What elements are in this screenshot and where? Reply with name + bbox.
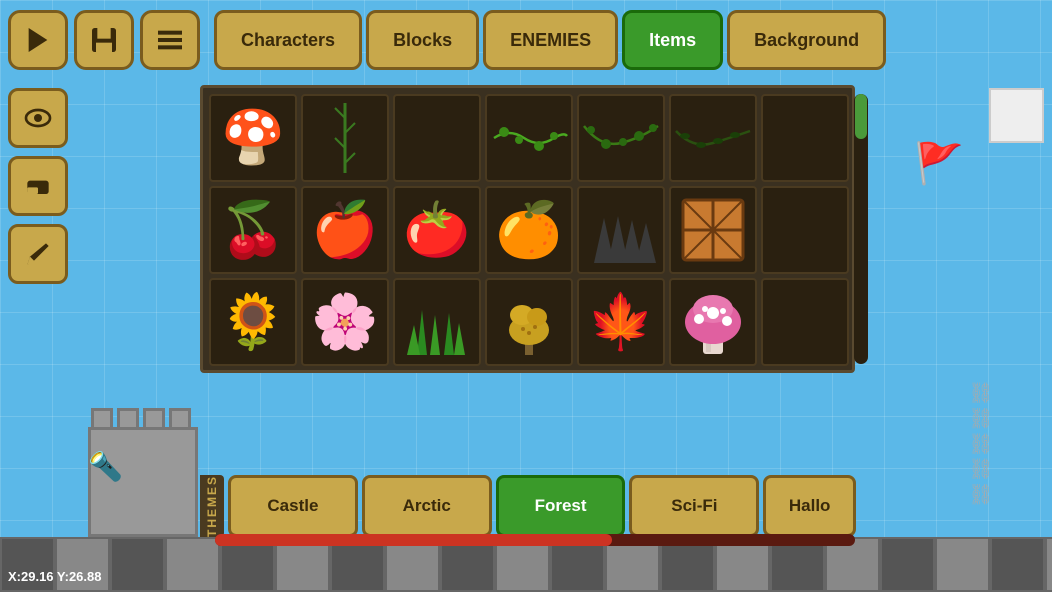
theme-tab-arctic[interactable]: Arctic <box>362 475 492 537</box>
toolbar: Characters Blocks ENEMIES Items Backgrou… <box>0 0 1052 80</box>
item-grid: 🍄 <box>209 94 846 182</box>
tab-characters[interactable]: Characters <box>214 10 362 70</box>
crate-svg <box>678 195 748 265</box>
panel-scrollbar[interactable] <box>854 94 868 364</box>
left-tools <box>8 88 68 284</box>
scrollbar-thumb <box>855 94 867 139</box>
theme-tab-forest[interactable]: Forest <box>496 475 626 537</box>
theme-tabs: Castle Arctic Forest Sci-Fi Hallo <box>224 475 860 537</box>
grass-svg <box>402 295 472 360</box>
deco-white-box <box>989 88 1044 143</box>
item-crate[interactable] <box>669 186 757 274</box>
item-empty3[interactable] <box>761 186 849 274</box>
mushroom-emoji: 🍄 <box>221 112 286 164</box>
item-shrub[interactable] <box>485 278 573 366</box>
item-orange[interactable]: 🍊 <box>485 186 573 274</box>
item-vine3[interactable] <box>577 94 665 182</box>
apple-red-emoji: 🍎 <box>311 203 378 257</box>
coordinates: X:29.16 Y:26.88 <box>8 569 101 584</box>
theme-tab-castle[interactable]: Castle <box>228 475 358 537</box>
eye-icon <box>22 102 54 134</box>
item-vine2[interactable] <box>485 94 573 182</box>
sunflower-emoji: 🌻 <box>219 295 286 349</box>
nav-tabs: Characters Blocks ENEMIES Items Backgrou… <box>214 10 886 70</box>
menu-icon <box>154 24 186 56</box>
eraser-icon <box>22 170 54 202</box>
vine1-svg <box>325 98 365 178</box>
eye-button[interactable] <box>8 88 68 148</box>
progress-bar-fill <box>215 534 612 546</box>
theme-bar: THEMES Castle Arctic Forest Sci-Fi Hallo <box>200 475 860 537</box>
play-button[interactable] <box>8 10 68 70</box>
save-icon <box>88 24 120 56</box>
theme-tab-hallo[interactable]: Hallo <box>763 475 856 537</box>
item-apple-red[interactable]: 🍎 <box>301 186 389 274</box>
tab-items[interactable]: Items <box>622 10 723 70</box>
item-vine1[interactable] <box>301 94 389 182</box>
item-empty1[interactable] <box>393 94 481 182</box>
tab-enemies[interactable]: ENEMIES <box>483 10 618 70</box>
item-sunflower[interactable]: 🌻 <box>209 278 297 366</box>
pencil-button[interactable] <box>8 224 68 284</box>
vine3-svg <box>581 118 661 158</box>
save-button[interactable] <box>74 10 134 70</box>
redleaf-emoji: 🍁 <box>587 295 654 349</box>
progress-bar-container <box>215 534 855 546</box>
item-panel: 🍄 <box>200 85 855 373</box>
deco-banner: 🚩 <box>914 140 964 187</box>
tab-blocks[interactable]: Blocks <box>366 10 479 70</box>
item-redleaf[interactable]: 🍁 <box>577 278 665 366</box>
flower-emoji: 🌸 <box>311 295 378 349</box>
play-icon <box>22 24 54 56</box>
item-spikes[interactable] <box>577 186 665 274</box>
item-tomato[interactable]: 🍅 <box>393 186 481 274</box>
tomato-emoji: 🍅 <box>403 203 470 257</box>
menu-button[interactable] <box>140 10 200 70</box>
deco-chain: ⛓⛓⛓⛓⛓ <box>968 380 992 507</box>
vine4-svg <box>673 121 753 156</box>
item-mushroom[interactable]: 🍄 <box>209 94 297 182</box>
item-empty4[interactable] <box>761 278 849 366</box>
item-grid-row3: 🌻 🌸 <box>209 278 846 366</box>
vine2-svg <box>489 118 569 158</box>
shrub-svg <box>497 295 562 360</box>
orange-emoji: 🍊 <box>495 203 562 257</box>
deco-torch: 🔦 <box>88 450 123 483</box>
tab-background[interactable]: Background <box>727 10 886 70</box>
item-empty2[interactable] <box>761 94 849 182</box>
item-grass[interactable] <box>393 278 481 366</box>
item-cherries[interactable]: 🍒 <box>209 186 297 274</box>
cherries-emoji: 🍒 <box>219 203 286 257</box>
theme-tab-scifi[interactable]: Sci-Fi <box>629 475 759 537</box>
eraser-button[interactable] <box>8 156 68 216</box>
item-pink-mushroom[interactable] <box>669 278 757 366</box>
themes-label: THEMES <box>200 475 224 537</box>
item-grid-row2: 🍒 🍎 🍅 🍊 <box>209 186 846 274</box>
pencil-icon <box>22 238 54 270</box>
spikes-svg <box>586 208 656 268</box>
pink-mushroom-svg <box>681 287 746 357</box>
item-vine4[interactable] <box>669 94 757 182</box>
item-flower[interactable]: 🌸 <box>301 278 389 366</box>
